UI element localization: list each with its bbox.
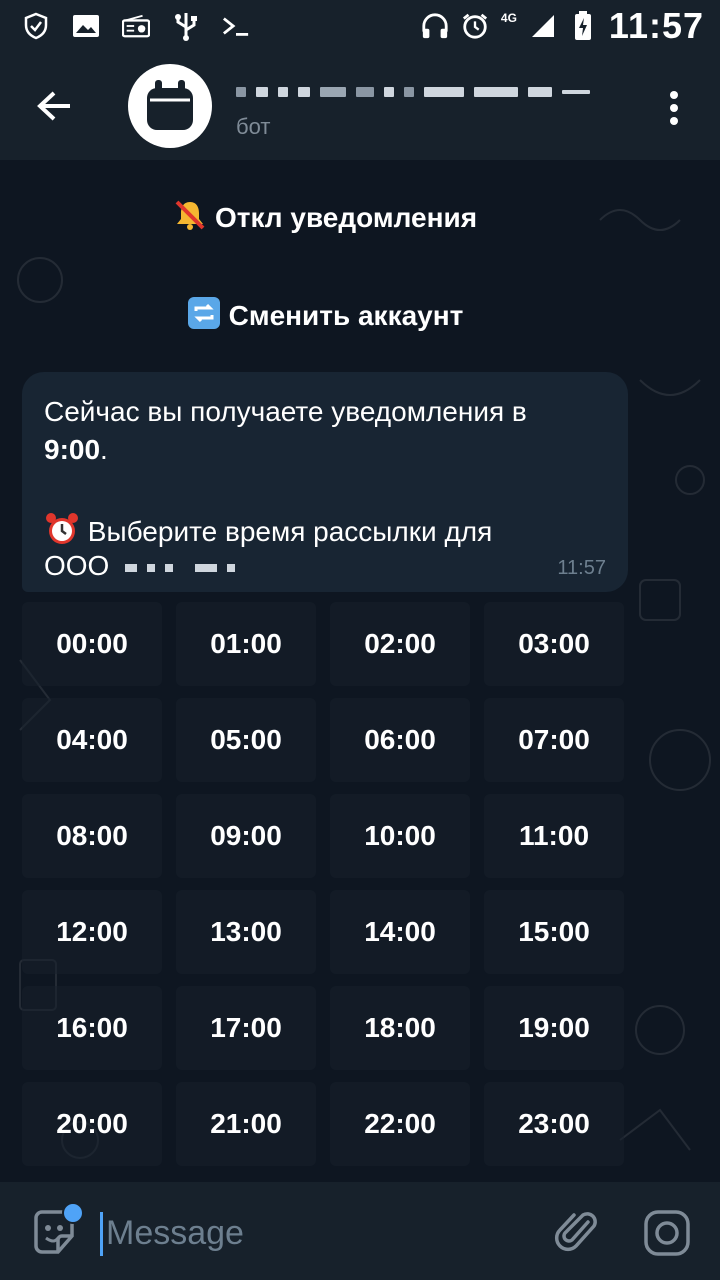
dot-icon — [670, 104, 678, 112]
time-option-button[interactable]: 12:00 — [22, 890, 162, 974]
time-option-button[interactable]: 00:00 — [22, 602, 162, 686]
notifications-off-button[interactable]: Откл уведомления — [22, 176, 628, 260]
muted-bell-icon — [173, 198, 207, 239]
time-option-button[interactable]: 03:00 — [484, 602, 624, 686]
redacted-company-name — [125, 563, 138, 572]
signal-icon — [529, 12, 557, 40]
calendar-logo-icon — [147, 80, 193, 130]
notification-dot — [62, 1202, 84, 1224]
message-input-bar — [0, 1182, 720, 1280]
chat-subtitle: бот — [236, 114, 271, 139]
message-input[interactable] — [104, 1206, 528, 1260]
time-option-button[interactable]: 05:00 — [176, 698, 316, 782]
time-option-button[interactable]: 02:00 — [330, 602, 470, 686]
time-option-button[interactable]: 19:00 — [484, 986, 624, 1070]
switch-account-label: Сменить аккаунт — [228, 300, 464, 331]
battery-charging-icon — [569, 11, 597, 40]
camera-icon — [644, 1210, 690, 1256]
camera-button[interactable] — [642, 1208, 692, 1258]
arrow-left-icon — [37, 91, 70, 121]
usb-icon — [172, 12, 200, 41]
alarm-clock-icon — [44, 513, 88, 547]
time-option-button[interactable]: 18:00 — [330, 986, 470, 1070]
message-line-2: 9:00. — [44, 434, 108, 465]
network-type: 4G — [500, 11, 517, 25]
shield-icon — [22, 12, 50, 40]
time-option-button[interactable]: 16:00 — [22, 986, 162, 1070]
bot-message[interactable]: Сейчас вы получаете уведомления в 9:00. … — [22, 372, 628, 592]
notifications-off-label: Откл уведомления — [214, 202, 478, 233]
back-button[interactable] — [18, 70, 90, 142]
time-option-button[interactable]: 23:00 — [484, 1082, 624, 1166]
message-line-3: Выберите время рассылки для — [44, 512, 492, 548]
message-time: 11:57 — [557, 557, 606, 579]
bot-avatar[interactable] — [128, 64, 212, 148]
headphones-icon — [421, 12, 449, 40]
image-icon — [72, 12, 100, 40]
time-option-button[interactable]: 04:00 — [22, 698, 162, 782]
message-line-3-text: Выберите время рассылки для — [87, 516, 493, 547]
switch-account-button[interactable]: Сменить аккаунт — [22, 274, 628, 358]
time-option-button[interactable]: 07:00 — [484, 698, 624, 782]
dot-icon — [670, 91, 678, 99]
status-time: 11:57 — [608, 5, 704, 46]
current-time-value: 9:00 — [44, 434, 101, 465]
time-option-button[interactable]: 17:00 — [176, 986, 316, 1070]
status-bar: 4G 11:57 — [0, 0, 720, 52]
repeat-icon — [187, 296, 221, 337]
chat-header: бот — [0, 52, 720, 160]
time-option-button[interactable]: 21:00 — [176, 1082, 316, 1166]
paperclip-icon — [554, 1212, 597, 1252]
time-option-button[interactable]: 20:00 — [22, 1082, 162, 1166]
dot-icon — [670, 117, 678, 125]
chat-title-redacted[interactable] — [236, 72, 590, 112]
time-option-button[interactable]: 09:00 — [176, 794, 316, 878]
attach-button[interactable] — [554, 1208, 602, 1256]
chat-area[interactable]: Откл уведомления Сменить аккаунт Сейчас … — [0, 160, 720, 1182]
message-line-1: Сейчас вы получаете уведомления в — [44, 396, 527, 427]
time-option-button[interactable]: 15:00 — [484, 890, 624, 974]
time-option-button[interactable]: 13:00 — [176, 890, 316, 974]
time-option-button[interactable]: 22:00 — [330, 1082, 470, 1166]
time-option-button[interactable]: 11:00 — [484, 794, 624, 878]
time-option-button[interactable]: 14:00 — [330, 890, 470, 974]
time-option-button[interactable]: 06:00 — [330, 698, 470, 782]
time-option-button[interactable]: 01:00 — [176, 602, 316, 686]
text-cursor — [100, 1212, 103, 1256]
message-line-4: ООО — [44, 550, 245, 582]
time-option-button[interactable]: 10:00 — [330, 794, 470, 878]
radio-icon — [122, 12, 150, 40]
more-options-button[interactable] — [652, 86, 696, 130]
time-option-button[interactable]: 08:00 — [22, 794, 162, 878]
alarm-icon — [461, 12, 489, 40]
time-options-keyboard: 00:00 01:00 02:00 03:00 04:00 05:00 06:00 07:00… — [22, 602, 628, 1166]
terminal-icon — [222, 12, 250, 40]
